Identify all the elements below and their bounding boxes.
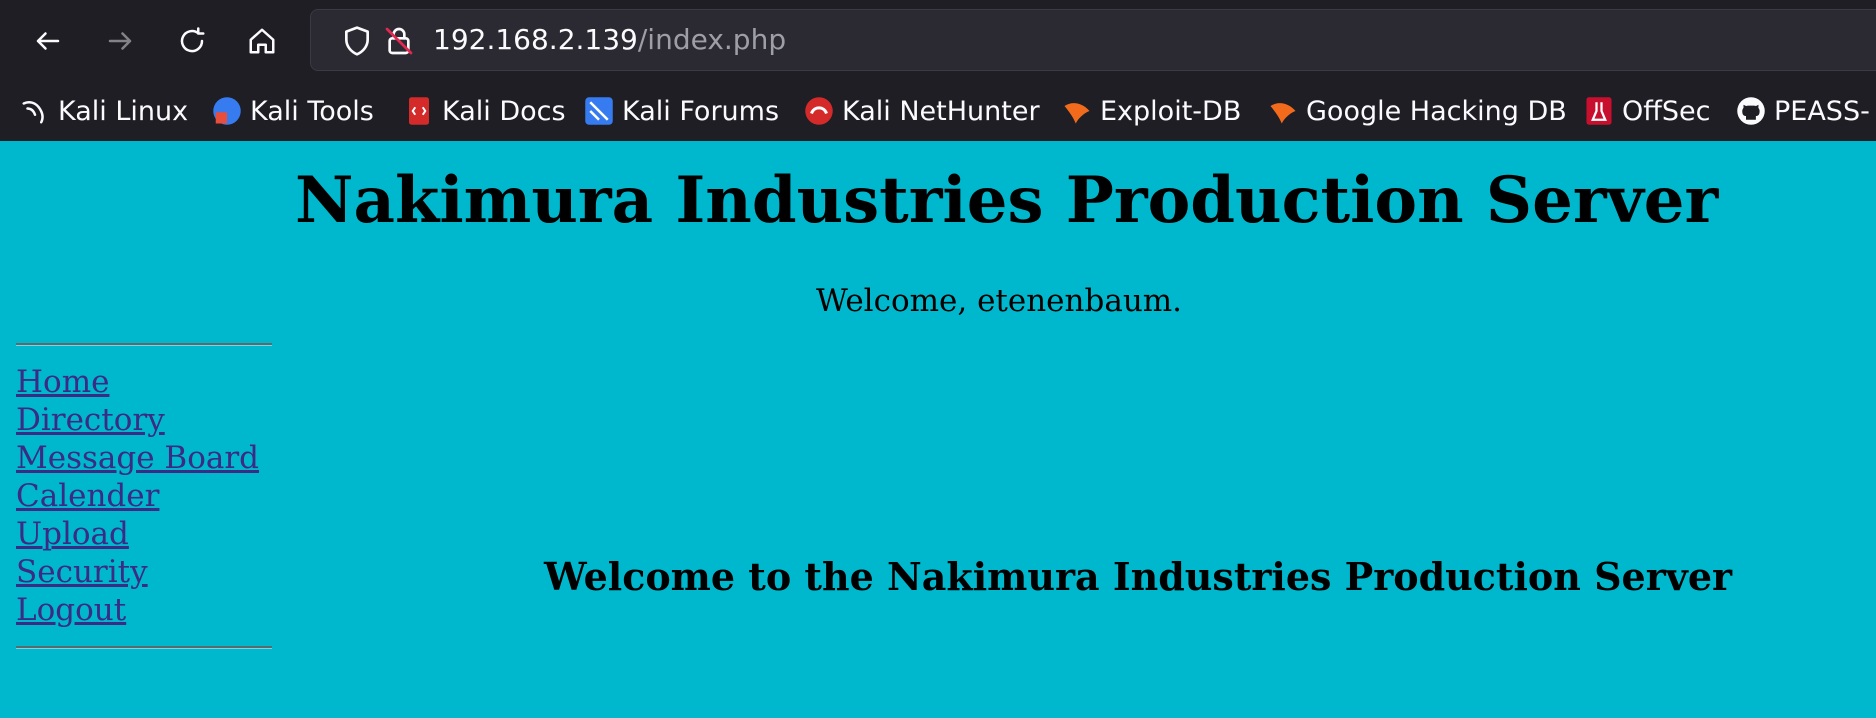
bookmark-offsec[interactable]: OffSec [1584,90,1710,132]
kali-tools-icon [213,97,241,125]
bookmark-label: PEASS- [1774,95,1870,127]
bookmark-label: Kali Docs [442,95,566,127]
bookmark-label: Kali Tools [250,95,374,127]
url-text: 192.168.2.139/index.php [433,23,786,56]
bookmark-exploit-db[interactable]: Exploit-DB [1062,90,1241,132]
insecure-lock-icon [385,27,413,55]
menu-link-directory[interactable]: Directory [16,401,259,439]
bookmark-label: Kali Linux [58,95,189,127]
forward-button[interactable] [96,17,144,65]
bookmark-label: Google Hacking DB [1306,95,1567,127]
kali-forums-icon [585,97,613,125]
url-path: /index.php [637,23,787,56]
browser-chrome: 192.168.2.139/index.php Kali Linux Kali … [0,0,1876,142]
menu-top-divider [16,343,272,346]
menu-link-upload[interactable]: Upload [16,515,259,553]
bookmark-kali-forums[interactable]: Kali Forums [584,90,779,132]
menu-link-message-board[interactable]: Message Board [16,439,259,477]
home-button[interactable] [238,17,286,65]
welcome-message: Welcome, etenenbaum. [816,283,1183,319]
menu-link-security[interactable]: Security [16,553,259,591]
kali-dragon-icon [22,101,44,124]
menu-link-home[interactable]: Home [16,363,259,401]
bookmark-label: Kali Forums [622,95,780,127]
bookmark-label: Exploit-DB [1100,95,1242,127]
back-button[interactable] [24,17,72,65]
reload-button[interactable] [168,17,216,65]
bookmarks-bar: Kali Linux Kali Tools Kali Docs Kali For… [0,82,1876,142]
url-host: 192.168.2.139 [433,23,638,56]
offsec-icon [1586,97,1612,125]
bookmark-kali-tools[interactable]: Kali Tools [212,90,374,132]
side-menu: Home Directory Message Board Calender Up… [16,363,259,629]
arrow-left-icon [36,32,60,50]
bookmark-google-hacking-db[interactable]: Google Hacking DB [1268,90,1567,132]
kali-docs-icon [409,97,429,125]
bookmark-kali-docs[interactable]: Kali Docs [404,90,566,132]
url-bar[interactable]: 192.168.2.139/index.php [310,9,1876,71]
bookmark-peass[interactable]: PEASS- [1736,90,1870,132]
ghdb-icon [1270,103,1296,124]
menu-bottom-divider [16,646,272,649]
page-title: Nakimura Industries Production Server [295,163,1719,238]
arrow-right-icon [108,32,132,50]
page-subtitle: Welcome to the Nakimura Industries Produ… [544,554,1733,599]
browser-toolbar: 192.168.2.139/index.php [0,0,1876,82]
menu-link-calender[interactable]: Calender [16,477,259,515]
github-icon [1737,97,1765,125]
home-icon [249,28,275,54]
bookmark-label: Kali NetHunter [842,95,1040,127]
bookmark-label: OffSec [1622,95,1711,127]
shield-icon [345,26,369,56]
web-page: Nakimura Industries Production Server We… [0,141,1876,718]
kali-nethunter-icon [805,97,833,125]
exploit-db-icon [1064,103,1090,124]
bookmark-kali-nethunter[interactable]: Kali NetHunter [804,90,1040,132]
bookmark-kali-linux[interactable]: Kali Linux [20,90,188,132]
menu-link-logout[interactable]: Logout [16,591,259,629]
reload-icon [180,27,205,53]
